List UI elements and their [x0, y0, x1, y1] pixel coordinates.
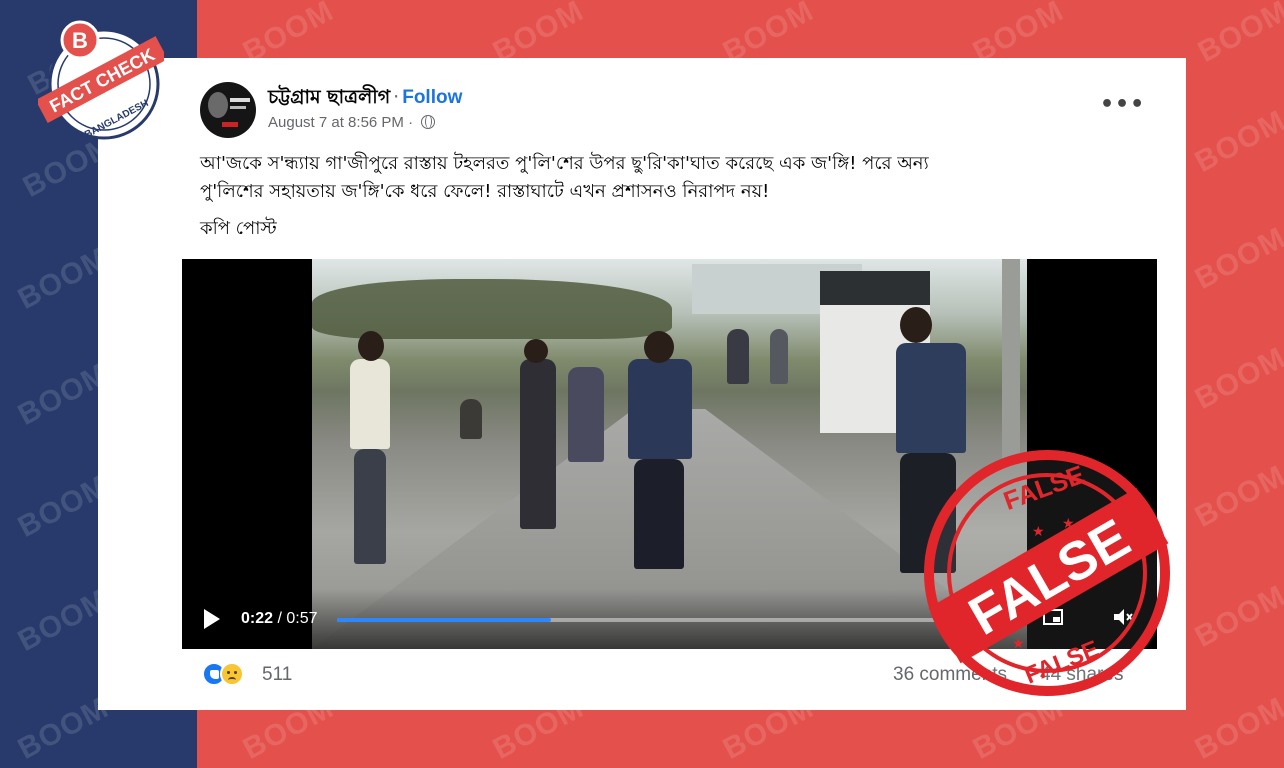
- fact-check-badge: B FACT CHECK BANGLADESH: [38, 20, 164, 141]
- time-separator: /: [277, 610, 282, 627]
- post-text: আ'জকে স'ন্ধ্যায় গা'জীপুরে রাস্তায় টহলর…: [200, 150, 1140, 206]
- post-date-link[interactable]: August 7 at 8:56 PM: [268, 114, 404, 131]
- more-options-button[interactable]: •••: [1100, 92, 1145, 117]
- video-person: [350, 359, 390, 449]
- video-person: [354, 449, 386, 564]
- sad-icon: [220, 662, 244, 686]
- play-icon[interactable]: [204, 609, 220, 629]
- video-person: [727, 329, 749, 384]
- video-person: [358, 331, 384, 361]
- star-icon: ★: [1012, 636, 1025, 652]
- current-time: 0:22: [241, 610, 274, 627]
- copy-post-note: কপি পোস্ট: [200, 218, 277, 239]
- post-text-line: পু'লিশের সহায়তায় জ'ঙ্গি'কে ধরে ফেলে! র…: [200, 181, 770, 202]
- video-pole: [1002, 259, 1020, 459]
- globe-icon: [421, 115, 436, 129]
- follow-button[interactable]: Follow: [402, 87, 462, 108]
- page-avatar[interactable]: [200, 82, 256, 138]
- video-time: 0:22 / 0:57: [241, 610, 318, 628]
- video-person: [900, 307, 932, 343]
- video-duration: 0:57: [286, 610, 318, 627]
- badge-letter: B: [72, 28, 88, 53]
- video-person: [524, 339, 548, 363]
- video-person: [628, 359, 692, 459]
- video-progress-played: [337, 618, 551, 622]
- reaction-count[interactable]: 511: [262, 664, 292, 686]
- post-text-line: আ'জকে স'ন্ধ্যায় গা'জীপুরে রাস্তায় টহলর…: [200, 153, 929, 174]
- video-scenery: [312, 279, 672, 339]
- video-person: [770, 329, 788, 384]
- video-person: [634, 459, 684, 569]
- header-separator: ·: [393, 86, 400, 108]
- video-person: [896, 343, 966, 453]
- false-stamp: FALSE FALSE FALSE ★ ★ ★: [924, 450, 1170, 696]
- star-icon: ★: [1032, 524, 1045, 540]
- video-person: [520, 359, 556, 529]
- page-name-link[interactable]: চট্টগ্রাম ছাত্রলীগ: [268, 86, 390, 108]
- video-person: [644, 331, 674, 363]
- video-person: [568, 367, 604, 462]
- date-separator: ·: [408, 114, 414, 131]
- post-timestamp-line: August 7 at 8:56 PM ·: [268, 114, 436, 131]
- post-header-line: চট্টগ্রাম ছাত্রলীগ · Follow: [268, 83, 462, 115]
- star-icon: ★: [1062, 516, 1075, 532]
- video-person: [460, 399, 482, 439]
